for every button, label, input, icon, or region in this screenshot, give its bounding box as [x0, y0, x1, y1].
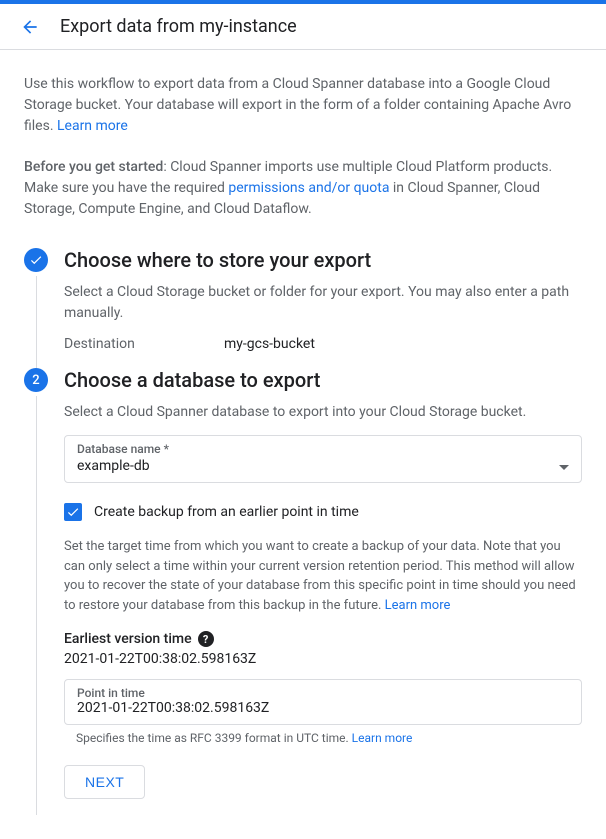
point-in-time-help-text: Specifies the time as RFC 3399 format in… — [76, 731, 352, 745]
earliest-version-row: Earliest version time ? — [64, 631, 582, 647]
database-value: example-db — [77, 458, 150, 474]
step-2-header: 2 Choose a database to export — [24, 368, 582, 392]
page-header: Export data from my-instance — [0, 4, 606, 50]
database-label: Database name * — [77, 442, 569, 456]
back-arrow-icon[interactable] — [20, 17, 40, 37]
step-1-check-icon — [24, 248, 48, 272]
earliest-version-label: Earliest version time — [64, 631, 192, 647]
destination-value: my-gcs-bucket — [224, 336, 315, 352]
backup-checkbox[interactable] — [64, 503, 82, 521]
step-1-header: Choose where to store your export — [24, 248, 582, 272]
step-1-title: Choose where to store your export — [64, 248, 371, 272]
backup-checkbox-label: Create backup from an earlier point in t… — [94, 504, 359, 520]
step-2-body: Select a Cloud Spanner database to expor… — [36, 396, 582, 815]
help-icon[interactable]: ? — [198, 631, 214, 647]
backup-help-text-content: Set the target time from which you want … — [64, 539, 576, 613]
main-content: Use this workflow to export data from a … — [0, 50, 606, 839]
point-in-time-input-wrapper[interactable]: Point in time — [64, 679, 582, 725]
before-label: Before you get started — [24, 159, 163, 175]
before-paragraph: Before you get started: Cloud Spanner im… — [24, 157, 582, 220]
page-title: Export data from my-instance — [60, 16, 297, 37]
destination-row: Destination my-gcs-bucket — [64, 336, 582, 352]
step-2-desc: Select a Cloud Spanner database to expor… — [64, 402, 582, 423]
backup-learn-more-link[interactable]: Learn more — [385, 598, 451, 613]
intro-paragraph: Use this workflow to export data from a … — [24, 74, 582, 137]
backup-help-text: Set the target time from which you want … — [64, 537, 582, 615]
point-in-time-learn-more-link[interactable]: Learn more — [352, 731, 413, 745]
backup-checkbox-row: Create backup from an earlier point in t… — [64, 503, 582, 521]
earliest-version-value: 2021-01-22T00:38:02.598163Z — [64, 651, 582, 667]
database-select[interactable]: Database name * example-db — [64, 435, 582, 483]
step-2-number-icon: 2 — [24, 368, 48, 392]
next-button[interactable]: NEXT — [64, 765, 145, 799]
step-2-title: Choose a database to export — [64, 368, 320, 392]
point-in-time-help: Specifies the time as RFC 3399 format in… — [76, 731, 582, 745]
point-in-time-label: Point in time — [77, 686, 569, 700]
destination-label: Destination — [64, 336, 224, 352]
permissions-link[interactable]: permissions and/or quota — [228, 180, 393, 196]
point-in-time-input[interactable] — [77, 700, 569, 716]
step-1-desc: Select a Cloud Storage bucket or folder … — [64, 282, 582, 324]
intro-learn-more-link[interactable]: Learn more — [57, 118, 128, 134]
step-1-body: Select a Cloud Storage bucket or folder … — [36, 276, 582, 368]
dropdown-arrow-icon — [559, 458, 569, 474]
